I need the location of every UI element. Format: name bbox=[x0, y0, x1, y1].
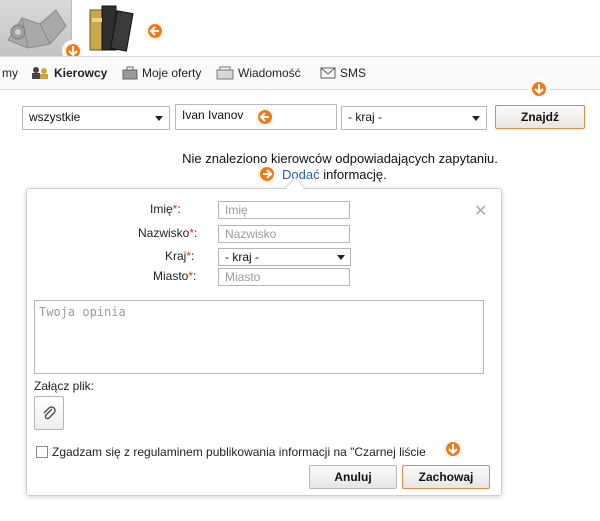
nav-item-kierowcy[interactable]: Kierowcy bbox=[30, 66, 107, 80]
drivers-icon bbox=[32, 67, 48, 79]
country-field-select[interactable]: - kraj - bbox=[218, 248, 351, 266]
city-label: Miasto*: bbox=[153, 269, 197, 283]
chevron-down-icon bbox=[472, 116, 480, 121]
first-name-label: Imię*: bbox=[150, 202, 181, 216]
envelope-icon bbox=[320, 67, 336, 79]
save-button[interactable]: Zachowaj bbox=[402, 465, 490, 489]
find-button[interactable]: Znajdź bbox=[495, 105, 585, 129]
chevron-down-icon bbox=[337, 255, 345, 260]
consent-text: Zgadzam się z regulaminem publikowania i… bbox=[52, 445, 426, 459]
briefcase-icon bbox=[122, 66, 138, 80]
country-select[interactable]: - kraj - bbox=[341, 106, 487, 130]
map-icon bbox=[7, 9, 67, 49]
not-found-message: Nie znaleziono kierowców odpowiadających… bbox=[182, 151, 498, 166]
arrow-down-icon bbox=[442, 438, 464, 460]
nav-item-moje-oferty[interactable]: Moje oferty bbox=[122, 66, 201, 80]
arrow-down-icon bbox=[528, 78, 550, 100]
last-name-input[interactable]: Nazwisko bbox=[218, 225, 350, 243]
nav-item-wiadomosc[interactable]: Wiadomość bbox=[216, 66, 301, 80]
type-select[interactable]: wszystkie bbox=[22, 106, 170, 130]
attach-label: Załącz plik: bbox=[34, 379, 95, 393]
arrow-left-icon bbox=[254, 106, 276, 128]
arrow-right-icon bbox=[256, 163, 278, 185]
cancel-button[interactable]: Anuluj bbox=[309, 465, 397, 489]
message-icon bbox=[216, 66, 234, 80]
opinion-textarea[interactable]: Twoja opinia bbox=[34, 300, 484, 374]
last-name-label: Nazwisko*: bbox=[138, 226, 198, 240]
close-icon[interactable]: ✕ bbox=[474, 201, 487, 221]
paperclip-icon bbox=[43, 406, 56, 420]
attach-button[interactable] bbox=[34, 396, 64, 430]
first-name-input[interactable]: Imię bbox=[218, 201, 350, 219]
city-input[interactable]: Miasto bbox=[218, 268, 350, 286]
consent-checkbox[interactable] bbox=[36, 446, 48, 458]
chevron-down-icon bbox=[155, 116, 163, 121]
add-link[interactable]: Dodać bbox=[282, 167, 320, 182]
nav-item-sms[interactable]: SMS bbox=[320, 66, 366, 80]
map-tile[interactable] bbox=[0, 0, 72, 56]
arrow-left-icon bbox=[144, 20, 166, 42]
nav-item-truncated[interactable]: my bbox=[2, 66, 18, 80]
country-label: Kraj*: bbox=[165, 249, 195, 263]
